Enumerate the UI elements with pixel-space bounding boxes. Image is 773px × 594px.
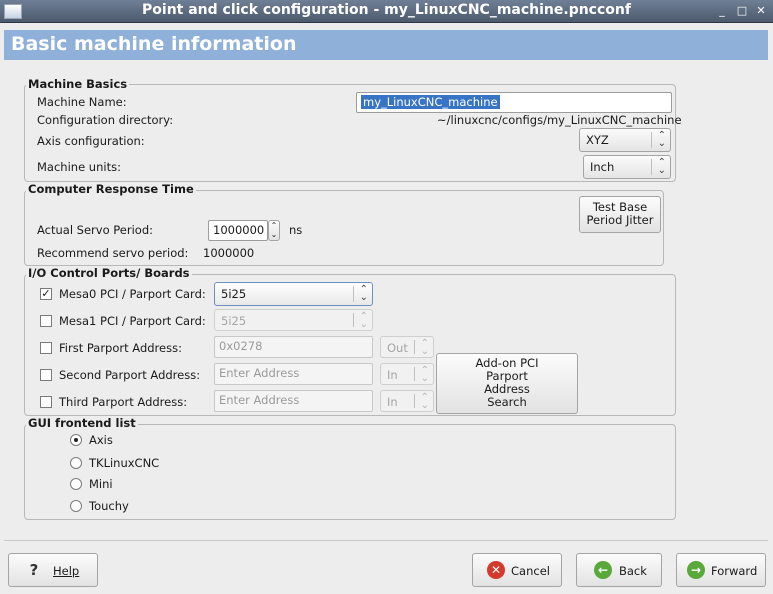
first-parport-direction-select[interactable]: Out ⌃ ⌄ — [380, 336, 434, 358]
addon-pci-search-button[interactable]: Add-on PCI Parport Address Search — [436, 353, 578, 414]
chevron-updown-icon: ⌃ ⌄ — [420, 392, 429, 411]
radio-axis-label: Axis — [89, 433, 113, 447]
test-base-period-button[interactable]: Test Base Period Jitter — [579, 196, 661, 233]
chevron-updown-icon: ⌃ ⌄ — [359, 284, 368, 303]
config-dir-value: ~/linuxcnc/configs/my_LinuxCNC_machine — [437, 113, 682, 127]
window-title: Point and click configuration - my_Linux… — [142, 2, 631, 18]
chevron-updown-icon: ⌃ ⌄ — [657, 157, 666, 176]
back-button[interactable]: ← Back — [576, 553, 662, 587]
radio-mini[interactable] — [70, 478, 82, 490]
page-header: Basic machine information — [4, 30, 768, 60]
gui-frontend-legend: GUI frontend list — [26, 416, 138, 430]
io-ports-legend: I/O Control Ports/ Boards — [26, 266, 192, 280]
second-parport-address-input[interactable]: Enter Address — [214, 363, 373, 385]
mesa0-checkbox[interactable]: ✓ — [40, 288, 52, 300]
second-parport-direction-select[interactable]: In ⌃ ⌄ — [380, 363, 434, 385]
page-title: Basic machine information — [11, 33, 297, 55]
first-parport-address-input[interactable]: 0x0278 — [214, 336, 373, 358]
title-bar: Point and click configuration - my_Linux… — [0, 0, 773, 23]
first-parport-checkbox[interactable] — [40, 342, 52, 354]
machine-basics-legend: Machine Basics — [26, 77, 130, 91]
cancel-icon: ✕ — [487, 561, 505, 579]
mesa0-select[interactable]: 5i25 ⌃ ⌄ — [214, 282, 373, 306]
help-button[interactable]: ? Help — [8, 553, 98, 587]
footer-divider — [4, 540, 768, 541]
machine-units-label: Machine units: — [37, 160, 121, 174]
mesa0-label: Mesa0 PCI / Parport Card: — [59, 287, 206, 301]
mesa1-label: Mesa1 PCI / Parport Card: — [59, 314, 206, 328]
radio-mini-label: Mini — [89, 477, 113, 491]
response-time-legend: Computer Response Time — [26, 182, 196, 196]
servo-period-input[interactable]: 1000000 — [208, 220, 268, 241]
third-parport-direction-select[interactable]: In ⌃ ⌄ — [380, 390, 434, 412]
chevron-updown-icon: ⌃ ⌄ — [420, 338, 429, 357]
machine-name-label: Machine Name: — [37, 95, 127, 109]
axis-config-label: Axis configuration: — [37, 134, 145, 148]
first-parport-label: First Parport Address: — [59, 341, 182, 355]
back-arrow-icon: ← — [594, 561, 612, 579]
second-parport-checkbox[interactable] — [40, 369, 52, 381]
servo-unit-label: ns — [289, 223, 303, 237]
machine-name-field[interactable]: my_LinuxCNC_machine — [356, 92, 672, 113]
minimize-icon[interactable]: _ — [714, 3, 730, 19]
help-icon: ? — [29, 561, 39, 579]
chevron-updown-icon: ⌃ ⌄ — [657, 130, 666, 149]
mesa1-select[interactable]: 5i25 ⌃ ⌄ — [214, 309, 373, 331]
recommend-servo-value: 1000000 — [203, 246, 255, 260]
config-dir-label: Configuration directory: — [37, 113, 174, 127]
machine-units-select[interactable]: Inch ⌃ ⌄ — [583, 155, 671, 179]
third-parport-label: Third Parport Address: — [59, 395, 188, 409]
third-parport-address-input[interactable]: Enter Address — [214, 390, 373, 412]
servo-period-label: Actual Servo Period: — [37, 223, 154, 237]
radio-touchy[interactable] — [70, 500, 82, 512]
forward-arrow-icon: → — [687, 561, 705, 579]
servo-spin-button[interactable]: ⌃ ⌄ — [268, 220, 280, 241]
third-parport-checkbox[interactable] — [40, 396, 52, 408]
radio-axis[interactable] — [70, 434, 82, 446]
chevron-updown-icon: ⌃ ⌄ — [359, 311, 368, 330]
radio-touchy-label: Touchy — [89, 499, 129, 513]
mesa1-checkbox[interactable] — [40, 315, 52, 327]
close-icon[interactable]: ✕ — [753, 3, 769, 19]
forward-button[interactable]: → Forward — [676, 553, 766, 587]
radio-tklinuxcnc-label: TKLinuxCNC — [89, 456, 160, 470]
radio-tklinuxcnc[interactable] — [70, 457, 82, 469]
second-parport-label: Second Parport Address: — [59, 368, 201, 382]
axis-config-select[interactable]: XYZ ⌃ ⌄ — [579, 128, 671, 152]
cancel-button[interactable]: ✕ Cancel — [472, 553, 562, 587]
recommend-servo-label: Recommend servo period: — [37, 246, 189, 260]
maximize-icon[interactable]: □ — [734, 3, 750, 19]
chevron-updown-icon: ⌃ ⌄ — [420, 365, 429, 384]
